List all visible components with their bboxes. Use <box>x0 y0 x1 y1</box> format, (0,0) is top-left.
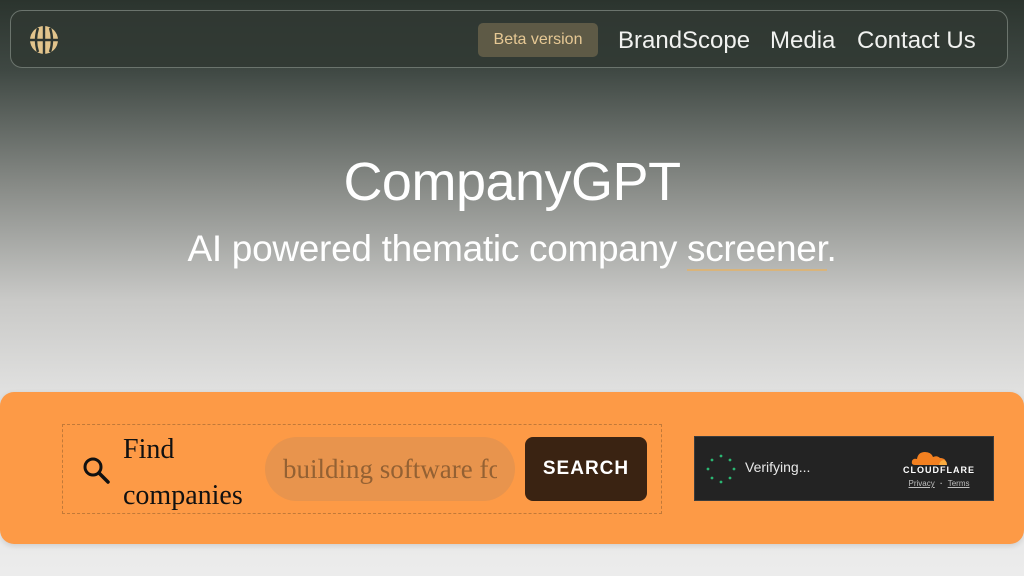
cloudflare-wordmark: CLOUDFLARE <box>903 465 975 475</box>
search-icon <box>83 457 110 484</box>
search-button[interactable]: SEARCH <box>525 437 647 501</box>
cloudflare-cloud-icon <box>911 452 947 465</box>
globe-icon[interactable] <box>29 25 59 55</box>
beta-badge[interactable]: Beta version <box>478 23 598 57</box>
subtitle-text: AI powered thematic company <box>187 228 688 269</box>
search-input[interactable] <box>265 437 515 501</box>
nav-link-brandscope[interactable]: BrandScope <box>618 27 750 55</box>
subtitle-period: . <box>826 228 837 269</box>
search-form: Find companies SEARCH <box>62 424 662 514</box>
search-label: Find companies <box>123 434 243 511</box>
page-title: CompanyGPT <box>343 152 681 212</box>
terms-link[interactable]: Terms <box>948 479 970 488</box>
link-separator: · <box>939 479 943 488</box>
top-nav: Beta version BrandScope Media Contact Us <box>10 10 1008 68</box>
subtitle-highlight: screener <box>687 228 827 271</box>
spinner-icon <box>706 454 736 484</box>
nav-link-contact[interactable]: Contact Us <box>857 27 976 55</box>
verifying-status: Verifying... <box>745 459 811 475</box>
cloudflare-captcha[interactable]: Verifying... CLOUDFLARE Privacy · Terms <box>694 436 994 501</box>
search-panel: Find companies SEARCH Verifying... CLOUD… <box>0 392 1024 544</box>
privacy-link[interactable]: Privacy <box>909 479 935 488</box>
page-subtitle: AI powered thematic company screener. <box>0 227 1024 271</box>
nav-link-media[interactable]: Media <box>770 27 835 55</box>
cloudflare-links: Privacy · Terms <box>895 479 983 488</box>
